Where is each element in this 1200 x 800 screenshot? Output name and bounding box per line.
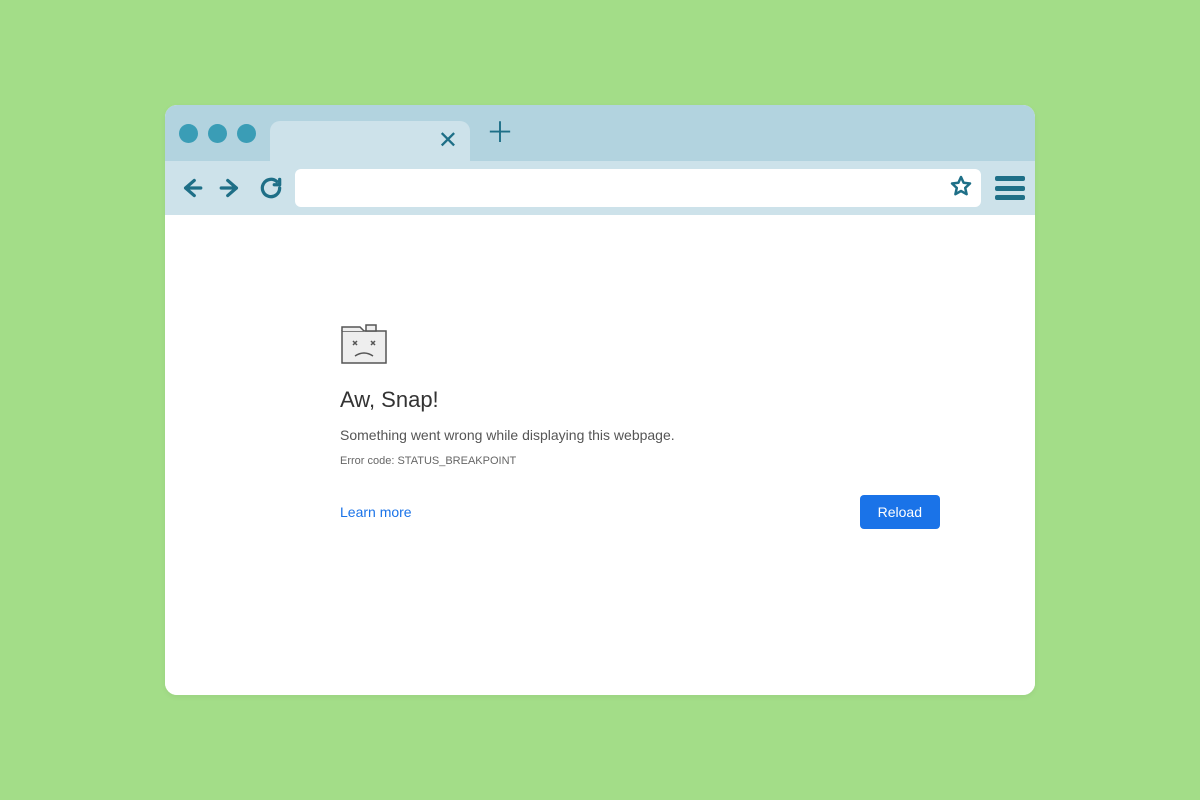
browser-window: ✕ ＋ xyxy=(165,105,1035,695)
browser-tab[interactable]: ✕ xyxy=(270,121,470,161)
bookmark-star-icon[interactable] xyxy=(949,174,973,203)
forward-button[interactable] xyxy=(215,172,247,204)
error-block: Aw, Snap! Something went wrong while dis… xyxy=(340,323,935,529)
learn-more-link[interactable]: Learn more xyxy=(340,504,412,520)
window-maximize-dot[interactable] xyxy=(237,124,256,143)
navigation-bar xyxy=(165,161,1035,215)
error-title: Aw, Snap! xyxy=(340,387,935,413)
page-content: Aw, Snap! Something went wrong while dis… xyxy=(165,215,1035,695)
back-button[interactable] xyxy=(175,172,207,204)
window-controls xyxy=(179,124,256,143)
sad-folder-icon xyxy=(340,323,388,365)
tab-bar: ✕ ＋ xyxy=(165,105,1035,161)
menu-button[interactable] xyxy=(995,176,1025,200)
error-code: Error code: STATUS_BREAKPOINT xyxy=(340,455,935,467)
address-bar[interactable] xyxy=(295,169,981,207)
reload-icon[interactable] xyxy=(255,172,287,204)
error-description: Something went wrong while displaying th… xyxy=(340,427,935,443)
window-close-dot[interactable] xyxy=(179,124,198,143)
new-tab-button[interactable]: ＋ xyxy=(486,119,514,147)
error-actions: Learn more Reload xyxy=(340,495,940,529)
close-tab-icon[interactable]: ✕ xyxy=(438,129,458,153)
reload-button[interactable]: Reload xyxy=(860,495,940,529)
window-minimize-dot[interactable] xyxy=(208,124,227,143)
